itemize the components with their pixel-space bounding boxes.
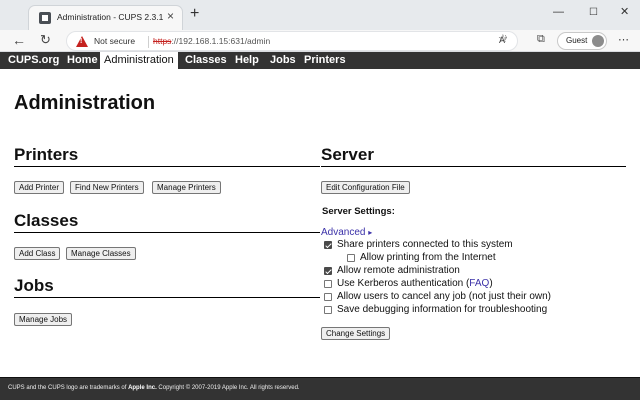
back-icon[interactable]: ← (12, 32, 26, 48)
reload-icon[interactable]: ↻ (40, 32, 51, 48)
address-divider (148, 36, 149, 48)
favorite-icon[interactable]: ☆ (498, 32, 508, 45)
profile-label: Guest (566, 36, 588, 45)
remote-admin-label: Allow remote administration (337, 265, 460, 276)
allow-internet-printing-checkbox[interactable] (347, 254, 355, 262)
debug-logging-checkbox[interactable] (324, 306, 332, 314)
advanced-link-label: Advanced (321, 227, 366, 238)
tab-close-icon[interactable]: × (167, 10, 174, 22)
footer-text: CUPS and the CUPS logo are trademarks of… (8, 385, 300, 391)
edit-configuration-file-button[interactable]: Edit Configuration File (321, 181, 410, 194)
url-path: ://192.168.1.15:631/admin (171, 36, 271, 46)
nav-printers[interactable]: Printers (300, 52, 350, 69)
server-divider (321, 166, 626, 167)
printers-heading: Printers (14, 145, 79, 164)
kerberos-label-suffix: ) (489, 278, 493, 289)
footer-text-a: CUPS and the CUPS logo are trademarks of (8, 385, 129, 391)
tab-title: Administration - CUPS 2.3.1 (57, 12, 164, 22)
printers-divider (14, 166, 320, 167)
nav-administration[interactable]: Administration (100, 52, 178, 69)
footer-company: Apple Inc. (128, 385, 157, 391)
profile-button[interactable]: Guest (557, 32, 607, 50)
advanced-link[interactable]: Advanced ▸ (321, 227, 372, 238)
kerberos-checkbox[interactable] (324, 280, 332, 288)
new-tab-icon[interactable]: + (190, 6, 199, 22)
collections-icon[interactable]: ⧉ (537, 33, 545, 46)
manage-printers-button[interactable]: Manage Printers (152, 181, 221, 194)
browser-toolbar: ← ↻ Not secure https://192.168.1.15:631/… (0, 30, 640, 52)
minimize-icon[interactable]: — (553, 7, 564, 18)
url-scheme: https (153, 36, 172, 46)
debug-logging-label: Save debugging information for troublesh… (337, 304, 548, 315)
address-bar[interactable]: Not secure https://192.168.1.15:631/admi… (66, 31, 518, 51)
share-printers-checkbox[interactable] (324, 241, 332, 249)
kerberos-label-text: Use Kerberos authentication ( (337, 278, 470, 289)
expand-arrow-icon: ▸ (368, 228, 373, 237)
server-heading: Server (321, 145, 374, 164)
nav-cups-org[interactable]: CUPS.org (4, 52, 63, 69)
remote-admin-checkbox[interactable] (324, 267, 332, 275)
cups-nav-bar: CUPS.org Home Administration Classes Hel… (0, 52, 640, 69)
classes-heading: Classes (14, 211, 79, 230)
page-title: Administration (14, 92, 156, 114)
url-text[interactable]: https://192.168.1.15:631/admin (153, 36, 270, 46)
browser-tab[interactable]: Administration - CUPS 2.3.1 × (28, 5, 183, 30)
nav-home[interactable]: Home (63, 52, 102, 69)
find-new-printers-button[interactable]: Find New Printers (70, 181, 144, 194)
more-icon[interactable]: ⋯ (618, 33, 629, 46)
faq-link[interactable]: FAQ (469, 278, 489, 289)
maximize-icon[interactable]: ☐ (589, 7, 598, 18)
classes-divider (14, 232, 320, 233)
manage-classes-button[interactable]: Manage Classes (66, 247, 136, 260)
nav-classes[interactable]: Classes (181, 52, 231, 69)
window-close-icon[interactable]: ✕ (620, 7, 629, 18)
page-footer: CUPS and the CUPS logo are trademarks of… (0, 377, 640, 400)
change-settings-button[interactable]: Change Settings (321, 327, 391, 340)
allow-internet-printing-label: Allow printing from the Internet (360, 252, 496, 263)
share-printers-label: Share printers connected to this system (337, 239, 513, 250)
nav-help[interactable]: Help (231, 52, 263, 69)
avatar (592, 35, 604, 47)
cups-favicon-icon (39, 12, 51, 24)
jobs-divider (14, 297, 320, 298)
manage-jobs-button[interactable]: Manage Jobs (14, 313, 73, 326)
cancel-any-job-checkbox[interactable] (324, 293, 332, 301)
footer-text-b: Copyright © 2007-2019 Apple Inc. All rig… (156, 385, 300, 391)
tab-strip: Administration - CUPS 2.3.1 × + — ☐ ✕ (0, 0, 640, 30)
jobs-heading: Jobs (14, 276, 54, 295)
server-settings-label: Server Settings: (322, 206, 395, 217)
kerberos-label: Use Kerberos authentication (FAQ) (337, 278, 493, 289)
warning-icon (76, 36, 88, 47)
add-printer-button[interactable]: Add Printer (14, 181, 65, 194)
nav-jobs[interactable]: Jobs (266, 52, 300, 69)
not-secure-label[interactable]: Not secure (94, 36, 135, 46)
add-class-button[interactable]: Add Class (14, 247, 61, 260)
cancel-any-job-label: Allow users to cancel any job (not just … (337, 291, 551, 302)
